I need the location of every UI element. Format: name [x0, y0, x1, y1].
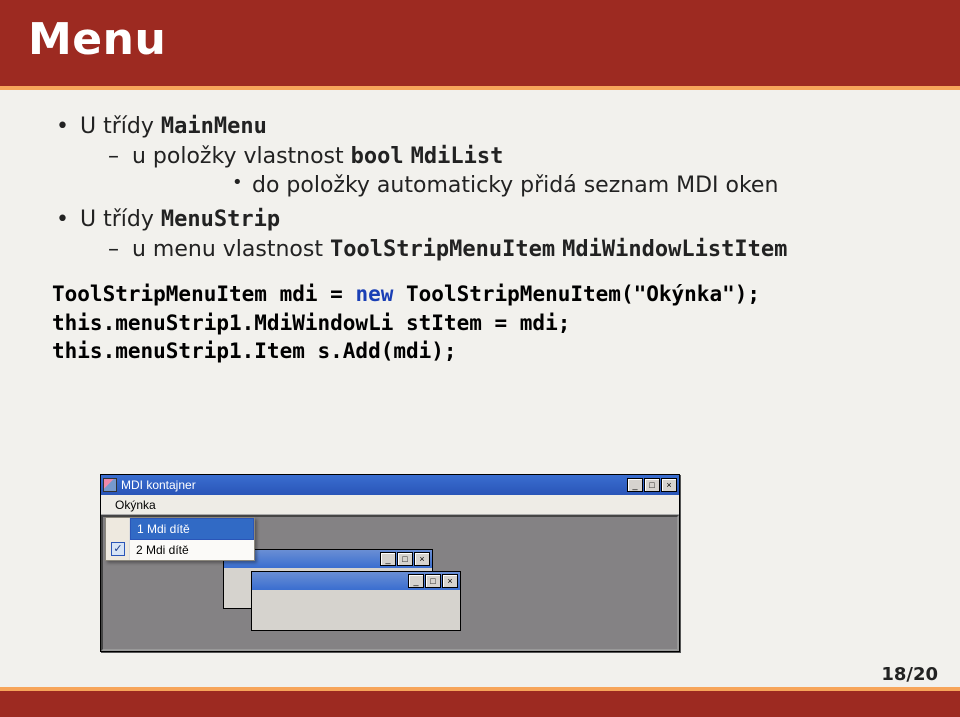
class-name: MenuStrip — [161, 207, 280, 232]
app-icon — [103, 478, 117, 492]
space — [404, 144, 411, 169]
minimize-button[interactable]: _ — [380, 552, 396, 566]
menu-okynka[interactable]: Okýnka — [107, 496, 164, 514]
prop-name: MdiList — [411, 144, 504, 169]
close-button[interactable]: × — [661, 478, 677, 492]
class-name: MainMenu — [161, 114, 267, 139]
code-text: this.menuStrip1.MdiWindowLi stItem = mdi… — [52, 311, 570, 335]
prop-name: MdiWindowListItem — [562, 237, 787, 262]
code-text: ToolStripMenuItem mdi = — [52, 282, 355, 306]
child-titlebar: _ □ × — [252, 572, 460, 590]
code-text: this.menuStrip1.Item s.Add(mdi); — [52, 339, 457, 363]
titlebar: MDI kontajner _ □ × — [101, 475, 679, 495]
child-titlebar: _ □ × — [224, 550, 432, 568]
mdi-client-area: _ □ × _ □ × 1 Mdi dítě — [101, 515, 679, 651]
footer-bar — [0, 687, 960, 717]
dropdown-label: 1 Mdi dítě — [137, 522, 190, 536]
slide-content: U třídy MainMenu u položky vlastnost boo… — [0, 90, 960, 365]
close-button[interactable]: × — [442, 574, 458, 588]
slide-title-band: Menu — [0, 0, 960, 86]
code-block: ToolStripMenuItem mdi = new ToolStripMen… — [52, 280, 920, 365]
dropdown-label: 2 Mdi dítě — [136, 543, 189, 557]
window-list-dropdown: 1 Mdi dítě ✓ 2 Mdi dítě — [105, 517, 255, 561]
type-name: ToolStripMenuItem — [330, 237, 555, 262]
check-icon: ✓ — [111, 542, 125, 556]
text: u menu vlastnost — [132, 237, 330, 262]
dropdown-item-2[interactable]: ✓ 2 Mdi dítě — [106, 540, 254, 560]
maximize-button[interactable]: □ — [397, 552, 413, 566]
maximize-button[interactable]: □ — [425, 574, 441, 588]
code-text: ToolStripMenuItem("Okýnka"); — [393, 282, 760, 306]
minimize-button[interactable]: _ — [627, 478, 643, 492]
dropdown-item-1[interactable]: 1 Mdi dítě — [130, 518, 254, 540]
outer-window: MDI kontajner _ □ × Okýnka _ □ × — [100, 474, 680, 652]
slide-title: Menu — [28, 14, 960, 65]
sub-bullet-auto-add: do položky automaticky přidá seznam MDI … — [232, 171, 920, 201]
keyword-new: new — [355, 282, 393, 306]
bullet-mainmenu: U třídy MainMenu u položky vlastnost boo… — [56, 112, 920, 201]
text: u položky vlastnost — [132, 144, 351, 169]
dash-mdilist: u položky vlastnost bool MdiList do polo… — [108, 142, 920, 201]
mdi-child-front: _ □ × — [251, 571, 461, 631]
menubar: Okýnka — [101, 495, 679, 515]
type-name: bool — [351, 144, 404, 169]
mdi-screenshot: MDI kontajner _ □ × Okýnka _ □ × — [100, 474, 680, 654]
dash-mdiwindowlistitem: u menu vlastnost ToolStripMenuItem MdiWi… — [108, 235, 920, 265]
window-title: MDI kontajner — [121, 478, 627, 492]
page-number: 18/20 — [881, 664, 938, 685]
text: U třídy — [80, 207, 161, 232]
maximize-button[interactable]: □ — [644, 478, 660, 492]
minimize-button[interactable]: _ — [408, 574, 424, 588]
bullet-menustrip: U třídy MenuStrip u menu vlastnost ToolS… — [56, 205, 920, 264]
text: U třídy — [80, 114, 161, 139]
close-button[interactable]: × — [414, 552, 430, 566]
